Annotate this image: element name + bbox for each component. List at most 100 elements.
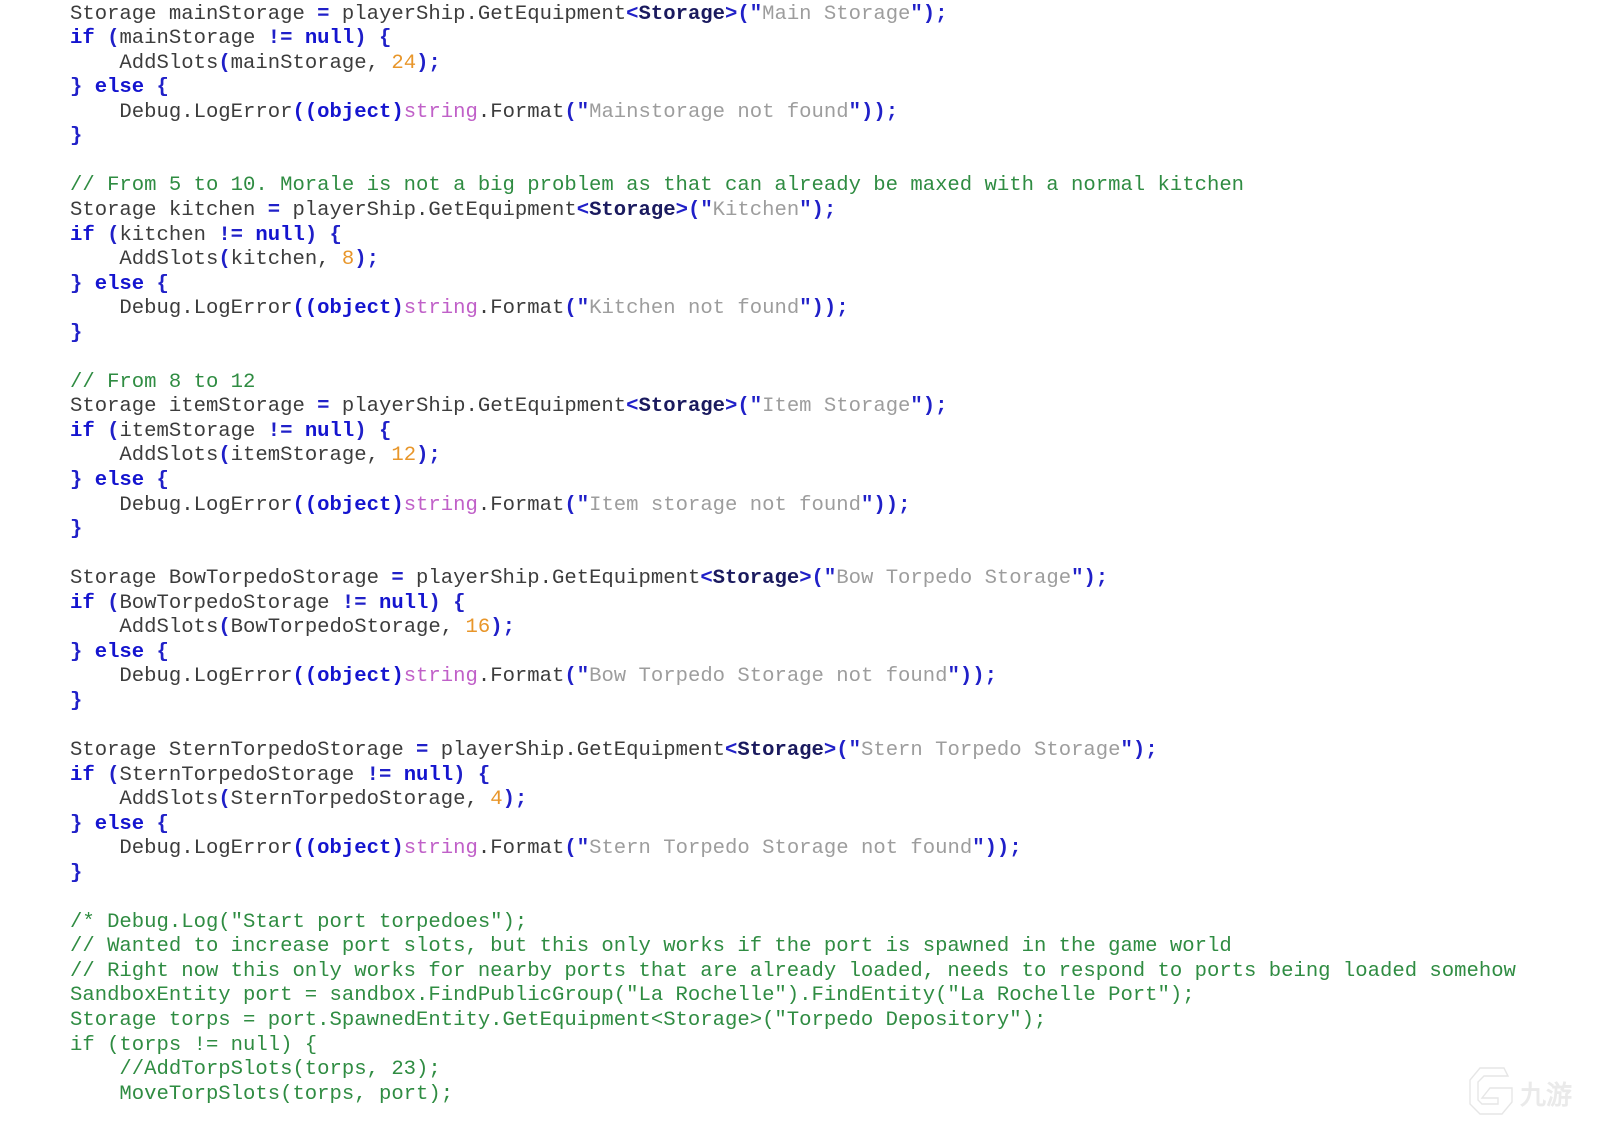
code-token-num: 12 [391,444,417,468]
code-token-strq: " [700,198,713,222]
code-token-punc: < [576,198,590,222]
code-token-punc: ) [416,444,429,468]
code-line: } [70,322,1516,347]
code-token-punc: ( [564,100,577,124]
code-token-punc: = [416,739,429,762]
code-token-punc: ( [218,444,231,468]
code-token-plain: AddSlots [70,788,219,812]
code-token-plain: . [181,100,194,124]
code-token-special: string [403,493,478,517]
code-line: Storage BowTorpedoStorage = playerShip.G… [70,567,1516,592]
code-token-punc: } [70,689,83,713]
code-token-strq: " [749,2,763,26]
code-token-kw: null [304,419,355,443]
code-token-plain: . [181,297,194,321]
code-token-punc: ; [898,493,911,517]
code-token-plain: . [477,665,491,689]
code-token-punc: != [341,591,367,615]
code-token-kw: else [94,640,145,664]
code-token-punc: )) [811,297,837,321]
code-line: if (kitchen != null) { [70,224,1516,249]
code-token-plain: itemStorage [119,419,268,443]
code-token-punc: > [725,2,738,26]
code-token-strq: " [799,297,812,321]
code-token-punc: ( [218,616,231,640]
code-line: } else { [70,469,1516,494]
code-screenshot-surface: Storage mainStorage = playerShip.GetEqui… [0,0,1600,1124]
code-token-strq: " [576,297,590,321]
code-token-strq: " [799,198,812,222]
code-line: Storage kitchen = playerShip.GetEquipmen… [70,199,1516,224]
code-line: } [70,862,1516,887]
code-token-plain: Debug [70,837,182,861]
code-token-str: Mainstorage not found [589,100,849,124]
code-token-punc: != [267,27,293,51]
code-token-punc: ) [453,763,466,787]
code-token-type: Storage [638,395,726,419]
code-token-str: Main Storage [762,2,911,26]
code-token-num: 8 [341,248,355,272]
code-token-plain: LogError [193,665,293,689]
code-token-kw: null [255,223,305,247]
code-token-punc: ( [836,739,849,762]
code-token-punc: ; [1009,837,1022,861]
code-token-punc: < [626,2,639,26]
code-token-plain: mainStorage [119,27,268,51]
code-line: Storage itemStorage = playerShip.GetEqui… [70,395,1516,420]
code-token-punc: ; [428,51,441,75]
code-token-comment: Storage torps = port.SpawnedEntity.GetEq… [70,1009,1047,1033]
code-line: // Right now this only works for nearby … [70,960,1516,985]
code-token-strq: " [823,567,837,591]
code-token-special: string [403,665,478,689]
code-token-punc: { [156,76,169,100]
code-token-plain: . [477,297,491,321]
code-token-comment: // Wanted to increase port slots, but th… [70,935,1232,959]
code-token-plain: Debug [70,100,182,124]
code-line: AddSlots(kitchen, 8); [70,248,1516,273]
code-token-punc: ) [354,419,367,443]
code-token-plain: kitchen [119,223,219,247]
code-token-punc: ; [366,248,379,272]
source-code-block[interactable]: Storage mainStorage = playerShip.GetEqui… [70,3,1516,1108]
code-token-punc: ( [564,665,577,689]
code-token-comment: // From 5 to 10. Morale is not a big pro… [70,174,1245,198]
code-token-kw: null [378,591,429,615]
code-line: Debug.LogError((object)string.Format("Bo… [70,665,1516,690]
code-token-plain: Format [490,297,565,321]
code-line: } else { [70,273,1516,298]
code-token-comment: SandboxEntity port = sandbox.FindPublicG… [70,984,1195,1008]
code-token-punc: != [366,763,392,787]
code-line: } [70,518,1516,543]
code-token-strq: " [576,665,590,689]
code-line: } [70,690,1516,715]
code-token-punc: ( [218,51,231,75]
code-token-punc: > [725,395,738,419]
code-token-plain: Format [490,837,565,861]
code-token-plain: SternTorpedoStorage [119,763,367,787]
code-token-plain: kitchen, [230,248,342,272]
code-token-punc: { [329,223,342,247]
code-token-punc: ( [107,591,120,615]
code-token-type: Storage [712,567,800,591]
code-token-punc: = [391,567,404,591]
code-line: Storage torps = port.SpawnedEntity.GetEq… [70,1009,1516,1034]
code-token-kw: null [403,763,454,787]
code-line: // From 5 to 10. Morale is not a big pro… [70,174,1516,199]
code-token-punc: != [267,419,293,443]
code-token-str: Item Storage [762,395,911,419]
code-token-plain: Storage kitchen [70,198,268,222]
code-token-kw: if [70,591,95,615]
code-line: if (SternTorpedoStorage != null) { [70,764,1516,789]
